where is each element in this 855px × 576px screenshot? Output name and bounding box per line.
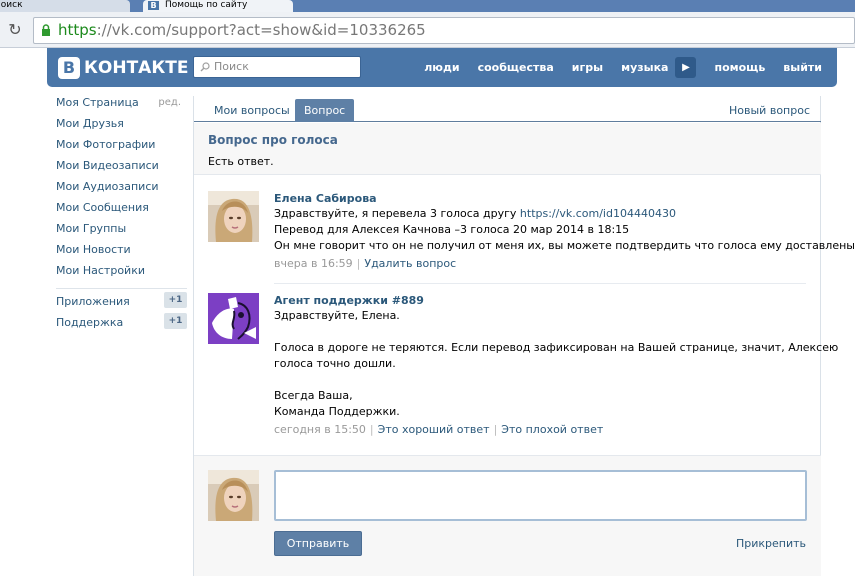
menu-item-support[interactable]: Поддержка +1 [56,313,187,336]
reply-textarea[interactable] [274,470,807,521]
post-meta: вчера в 16:59 | Удалить вопрос [274,257,457,270]
left-menu: Моя Страница ред. Мои Друзья Мои Фотограф… [56,95,187,336]
post-text: Он мне говорит что он не получил от меня… [274,239,855,252]
post-text: голоса точно дошли. [274,357,396,370]
menu-item-messages[interactable]: Мои Сообщения [56,200,187,221]
question-header: Вопрос про голоса Есть ответ. [194,123,821,175]
new-question-link[interactable]: Новый вопрос [720,99,819,122]
post-text: Команда Поддержки. [274,405,400,418]
menu-item-photos[interactable]: Мои Фотографии [56,137,187,158]
support-panel: Мои вопросы Вопрос Новый вопрос Вопрос п… [193,96,855,576]
bad-answer-link[interactable]: Это плохой ответ [501,423,603,436]
menu-item-label: Моя Страница [56,96,139,109]
tab-question[interactable]: Вопрос [295,99,355,122]
post-time: вчера в 16:59 [274,257,353,270]
top-nav: люди сообщества игры музыка ▶ помощь вый… [406,48,822,87]
post-text: Всегда Ваша, [274,389,353,402]
post-time: сегодня в 15:50 [274,423,366,436]
nav-games[interactable]: игры [572,61,603,74]
browser-toolbar: ↻ https://vk.com/support?act=show&id=103… [0,12,855,48]
question-status: Есть ответ. [208,155,274,168]
avatar[interactable] [208,470,259,521]
menu-item-videos[interactable]: Мои Видеозаписи [56,158,187,179]
user-photo-icon [208,191,259,242]
menu-item-apps[interactable]: Приложения +1 [56,292,187,315]
menu-item-news[interactable]: Мои Новости [56,242,187,263]
url-scheme: https [58,21,97,39]
vk-favicon-icon: В [148,1,159,10]
tab-title: Помощь по сайту [165,0,248,10]
support-agent-icon [208,293,259,344]
post-meta: сегодня в 15:50 | Это хороший ответ | Это пл… [274,423,604,436]
tab-my-questions[interactable]: Мои вопросы [205,99,299,122]
play-icon[interactable]: ▶ [675,57,697,78]
agent-avatar[interactable] [208,293,259,344]
support-tabs: Мои вопросы Вопрос Новый вопрос [194,96,821,122]
nav-music[interactable]: музыка [621,61,668,74]
attach-link[interactable]: Прикрепить [736,537,806,550]
nav-help[interactable]: помощь [714,61,765,74]
menu-divider [56,288,187,289]
post-text: Голоса в дороге не теряются. Если перево… [274,341,839,354]
post-author[interactable]: Елена Сабирова [274,191,806,206]
nav-logout[interactable]: выйти [783,61,822,74]
browser-tab-search[interactable]: Поиск [0,0,130,12]
send-button[interactable]: Отправить [274,531,362,556]
profile-link[interactable]: https://vk.com/id104440430 [520,207,676,220]
good-answer-link[interactable]: Это хороший ответ [378,423,490,436]
lock-icon [42,24,50,36]
post-body: Елена Сабирова Здравствуйте, я перевела … [274,191,855,272]
menu-item-groups[interactable]: Мои Группы [56,221,187,242]
menu-item-audio[interactable]: Мои Аудиозаписи [56,179,187,200]
search-icon [200,62,210,72]
menu-item-settings[interactable]: Мои Настройки [56,263,187,284]
nav-people[interactable]: люди [424,61,459,74]
tab-title: Поиск [0,0,23,10]
post-author: Агент поддержки #889 [274,294,424,307]
menu-item-my-page[interactable]: Моя Страница ред. [56,95,187,116]
user-photo-icon [208,470,259,521]
search-placeholder: Поиск [214,60,249,73]
vk-logo[interactable]: В КОНТАКТЕ [58,57,188,79]
post-body: Агент поддержки #889 Здравствуйте, Елена… [274,293,839,438]
counter-badge: +1 [164,313,187,329]
delete-question-link[interactable]: Удалить вопрос [364,257,456,270]
logo-text: КОНТАКТЕ [84,58,189,78]
reload-icon[interactable]: ↻ [6,21,24,39]
counter-badge: +1 [164,292,187,308]
question-title: Вопрос про голоса [208,133,338,147]
post-text: Здравствуйте, я перевела 3 голоса другу … [274,207,676,220]
nav-communities[interactable]: сообщества [478,61,554,74]
search-input[interactable]: Поиск [193,56,361,78]
menu-item-label: Поддержка [56,316,124,329]
avatar[interactable] [208,191,259,242]
post-text: Здравствуйте, Елена. [274,309,400,322]
vk-logo-icon: В [58,57,80,79]
reply-form: Отправить Прикрепить [194,455,821,576]
menu-item-friends[interactable]: Мои Друзья [56,116,187,137]
url-path: ://vk.com/support?act=show&id=10336265 [96,21,426,39]
menu-item-label: Приложения [56,295,130,308]
edit-link[interactable]: ред. [158,95,181,111]
browser-tab-bar: Поиск В Помощь по сайту [0,0,855,12]
address-bar[interactable]: https://vk.com/support?act=show&id=10336… [33,17,855,44]
post-text: Перевод для Алексея Качнова –3 голоса 20… [274,223,630,236]
browser-tab-help[interactable]: В Помощь по сайту [143,0,293,12]
post-divider [274,283,806,284]
site-header: В КОНТАКТЕ Поиск люди сообщества игры муз… [47,48,837,87]
